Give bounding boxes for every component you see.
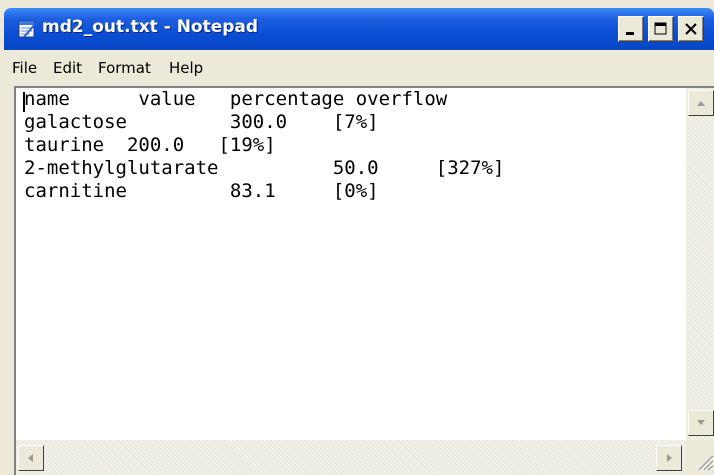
menu-file[interactable]: File (12, 59, 37, 77)
maximize-button[interactable] (648, 16, 674, 42)
arrow-down-icon (697, 420, 705, 425)
resize-grip[interactable] (686, 440, 714, 475)
minimize-icon (626, 32, 634, 35)
title-bar[interactable]: md2_out.txt - Notepad (4, 8, 714, 50)
editor-text[interactable]: name value percentage overflow galactose… (24, 88, 684, 438)
menu-edit[interactable]: Edit (53, 59, 82, 77)
close-button[interactable] (678, 16, 704, 42)
text-line: name value percentage overflow (24, 88, 448, 110)
scroll-down-button[interactable] (688, 410, 714, 436)
vertical-scrollbar[interactable] (686, 88, 714, 440)
menu-format[interactable]: Format (98, 59, 151, 77)
notepad-window: md2_out.txt - Notepad File Edit Format H… (0, 0, 714, 475)
text-line: carnitine 83.1 [0%] (24, 180, 379, 202)
scroll-left-button[interactable] (18, 445, 44, 471)
text-caret (23, 92, 25, 112)
maximize-icon (654, 22, 667, 35)
notepad-icon (18, 20, 37, 38)
close-icon (685, 23, 697, 35)
minimize-button[interactable] (618, 16, 644, 42)
arrow-up-icon (697, 101, 705, 106)
arrow-left-icon (28, 454, 33, 462)
text-line: 2-methylglutarate 50.0 [327%] (24, 157, 505, 179)
window-title: md2_out.txt - Notepad (42, 17, 259, 37)
text-editor[interactable]: name value percentage overflow galactose… (14, 86, 714, 475)
text-line: galactose 300.0 [7%] (24, 111, 379, 133)
scroll-right-button[interactable] (656, 445, 682, 471)
horizontal-scrollbar[interactable] (16, 440, 686, 475)
text-line: taurine 200.0 [19%] (24, 134, 276, 156)
resize-grip-icon (698, 455, 714, 472)
arrow-right-icon (667, 454, 672, 462)
scroll-up-button[interactable] (688, 90, 714, 116)
menu-help[interactable]: Help (169, 59, 203, 77)
menu-bar: File Edit Format Help (4, 50, 714, 86)
